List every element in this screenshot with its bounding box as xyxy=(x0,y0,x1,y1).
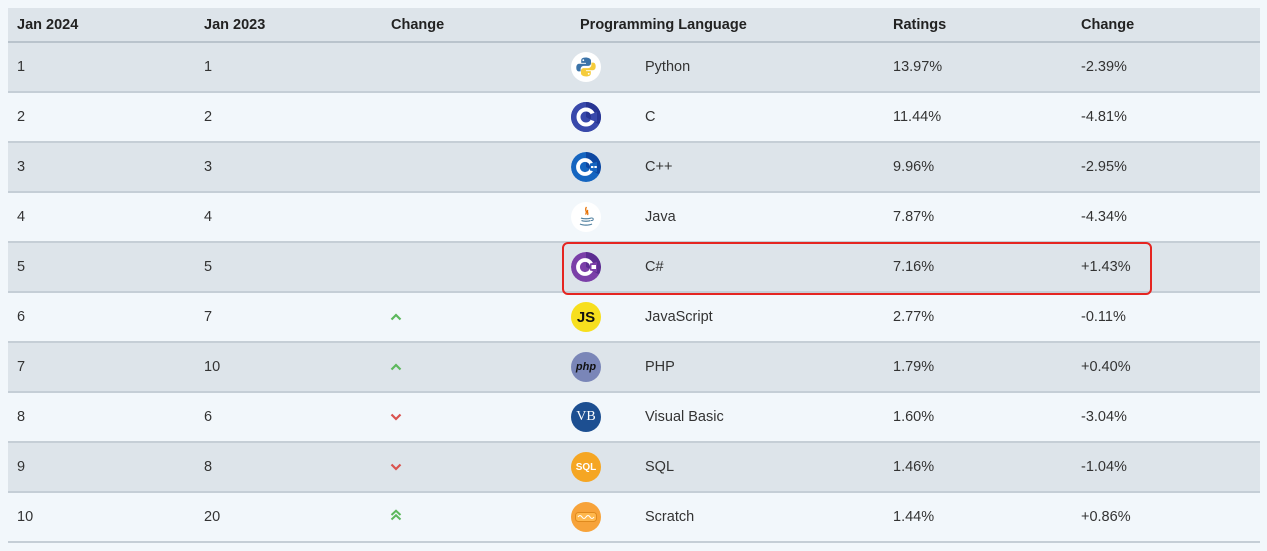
header-jan-2023: Jan 2023 xyxy=(195,8,382,43)
rating-value: 7.16% xyxy=(884,242,1072,293)
rating-value: 11.44% xyxy=(884,92,1072,143)
trend-cell xyxy=(382,142,571,193)
java-logo-icon xyxy=(571,202,601,232)
rank-2023: 6 xyxy=(195,392,382,443)
rating-value: 1.79% xyxy=(884,342,1072,393)
rank-2023: 2 xyxy=(195,92,382,143)
rating-change: +0.40% xyxy=(1072,342,1260,393)
rank-2024: 8 xyxy=(8,392,195,443)
language-name: Python xyxy=(645,59,691,76)
language-name: C# xyxy=(645,259,664,276)
rank-2024: 2 xyxy=(8,92,195,143)
trend-cell xyxy=(382,42,571,93)
trend-cell xyxy=(382,292,571,343)
rating-value: 2.77% xyxy=(884,292,1072,343)
rating-value: 7.87% xyxy=(884,192,1072,243)
rating-change: -0.11% xyxy=(1072,292,1260,343)
chevron-down-icon xyxy=(390,409,402,425)
table-row: 4 4 Java 7.87% -4.34% xyxy=(8,192,1260,243)
rank-2024: 10 xyxy=(8,492,195,543)
table-row: 3 3 C++ 9.96% -2.95% xyxy=(8,142,1260,193)
chevron-up-icon xyxy=(390,359,402,375)
table-row: 2 2 C 11.44% -4.81% xyxy=(8,92,1260,143)
trend-cell xyxy=(382,442,571,493)
rating-change: -3.04% xyxy=(1072,392,1260,443)
javascript-logo-icon: JS xyxy=(571,302,601,332)
rank-2023: 5 xyxy=(195,242,382,293)
rank-2023: 10 xyxy=(195,342,382,393)
chevron-down-icon xyxy=(390,459,402,475)
language-name: Java xyxy=(645,209,676,226)
php-logo-text: php xyxy=(575,361,597,373)
rating-value: 9.96% xyxy=(884,142,1072,193)
visual-basic-logo-icon: VB xyxy=(571,402,601,432)
table-row: 6 7 JS JavaScript 2.77% -0.11% xyxy=(8,292,1260,343)
rating-change: +1.43% xyxy=(1072,242,1260,293)
scratch-logo-icon xyxy=(571,502,601,532)
trend-cell xyxy=(382,492,571,543)
rating-change: +0.86% xyxy=(1072,492,1260,543)
table-row: 7 10 php PHP 1.79% +0.40% xyxy=(8,342,1260,393)
header-programming-language: Programming Language xyxy=(571,8,884,43)
header-change-rating: Change xyxy=(1072,8,1260,43)
rank-2023: 8 xyxy=(195,442,382,493)
language-name: C xyxy=(645,109,656,126)
rank-2023: 3 xyxy=(195,142,382,193)
table-row: 9 8 SQL SQL 1.46% -1.04% xyxy=(8,442,1260,493)
rating-value: 1.46% xyxy=(884,442,1072,493)
sql-logo-icon: SQL xyxy=(571,452,601,482)
trend-cell xyxy=(382,392,571,443)
sql-logo-text: SQL xyxy=(575,461,597,473)
rank-2024: 5 xyxy=(8,242,195,293)
rating-change: -1.04% xyxy=(1072,442,1260,493)
table-row: 8 6 VB Visual Basic 1.60% -3.04% xyxy=(8,392,1260,443)
python-logo-icon xyxy=(571,52,601,82)
rank-2023: 4 xyxy=(195,192,382,243)
rating-value: 1.44% xyxy=(884,492,1072,543)
rating-change: -4.34% xyxy=(1072,192,1260,243)
header-ratings: Ratings xyxy=(884,8,1072,43)
language-name: Scratch xyxy=(645,509,695,526)
rating-change: -2.95% xyxy=(1072,142,1260,193)
language-name: PHP xyxy=(645,359,675,376)
visual-basic-logo-text: VB xyxy=(576,409,596,424)
rank-2023: 20 xyxy=(195,492,382,543)
rank-2024: 9 xyxy=(8,442,195,493)
table-header-row: Jan 2024 Jan 2023 Change Programming Lan… xyxy=(8,8,1260,43)
rank-2023: 1 xyxy=(195,42,382,93)
php-logo-icon: php xyxy=(571,352,601,382)
language-name: JavaScript xyxy=(645,309,713,326)
rating-change: -4.81% xyxy=(1072,92,1260,143)
rank-2023: 7 xyxy=(195,292,382,343)
table-row: 1 1 Python 13.97% -2.39% xyxy=(8,42,1260,93)
language-name: Visual Basic xyxy=(645,409,724,426)
header-change-rank: Change xyxy=(382,8,571,43)
rank-2024: 7 xyxy=(8,342,195,393)
rank-2024: 4 xyxy=(8,192,195,243)
javascript-logo-text: JS xyxy=(576,308,596,326)
trend-cell xyxy=(382,92,571,143)
table-row: 10 20 Scratch 1.44% +0.86% xyxy=(8,492,1260,543)
rating-value: 1.60% xyxy=(884,392,1072,443)
tiobe-ranking-table: Jan 2024 Jan 2023 Change Programming Lan… xyxy=(8,8,1260,543)
rank-2024: 3 xyxy=(8,142,195,193)
rating-value: 13.97% xyxy=(884,42,1072,93)
trend-cell xyxy=(382,192,571,243)
rating-change: -2.39% xyxy=(1072,42,1260,93)
table-row: 5 5 C# 7.16% +1.43% xyxy=(8,242,1260,293)
rank-2024: 1 xyxy=(8,42,195,93)
csharp-logo-icon xyxy=(571,252,601,282)
header-jan-2024: Jan 2024 xyxy=(8,8,195,43)
trend-cell xyxy=(382,342,571,393)
cpp-logo-icon xyxy=(571,152,601,182)
chevron-up-icon xyxy=(390,309,402,325)
trend-cell xyxy=(382,242,571,293)
rank-2024: 6 xyxy=(8,292,195,343)
double-chevron-up-icon xyxy=(390,509,402,525)
language-name: C++ xyxy=(645,159,673,176)
tiobe-index-page: Jan 2024 Jan 2023 Change Programming Lan… xyxy=(0,0,1267,551)
c-logo-icon xyxy=(571,102,601,132)
language-name: SQL xyxy=(645,459,675,476)
